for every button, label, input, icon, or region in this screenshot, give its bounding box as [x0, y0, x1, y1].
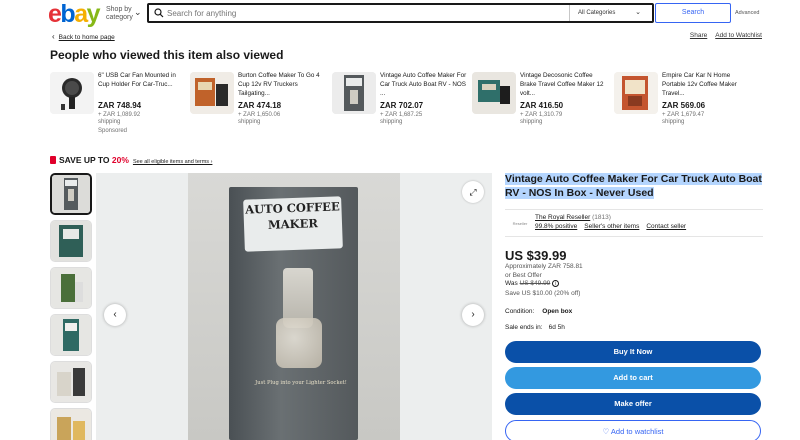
back-to-home[interactable]: ‹ Back to home page: [52, 32, 115, 41]
shop-by-category[interactable]: Shop by category ⌄: [106, 6, 142, 22]
purchase-panel: Vintage Auto Coffee Maker For Car Truck …: [505, 163, 763, 440]
next-image-button[interactable]: ›: [462, 304, 484, 326]
box-label: AUTO COFFEE MAKER: [243, 196, 343, 252]
search-icon: [154, 8, 164, 18]
promo-terms-link[interactable]: See all eligible items and terms ›: [133, 159, 212, 165]
seller-logo: Reseller: [512, 221, 528, 226]
product-photo: AUTO COFFEE MAKER Just Plug into your Li…: [188, 173, 400, 440]
image-thumbnail[interactable]: [50, 267, 92, 309]
seller-other-items-link[interactable]: Seller's other items: [584, 223, 639, 230]
box-caption: Just Plug into your Lighter Socket!: [255, 380, 347, 386]
also-viewed-carousel: 6" USB Car Fan Mounted in Cup Holder For…: [50, 70, 770, 140]
share-row: Share Add to Watchlist: [682, 32, 762, 39]
sponsored-label: Sponsored: [98, 128, 128, 134]
item-title: Vintage Auto Coffee Maker For Car Truck …: [505, 173, 762, 199]
ebay-logo[interactable]: ebay: [48, 1, 101, 27]
previous-image-button[interactable]: ‹: [104, 304, 126, 326]
contact-seller-link[interactable]: Contact seller: [646, 223, 686, 230]
share-link[interactable]: Share: [690, 32, 707, 39]
add-to-watchlist-button[interactable]: ♡ Add to watchlist: [505, 420, 761, 440]
image-thumbnail[interactable]: [50, 314, 92, 356]
main-product-image[interactable]: AUTO COFFEE MAKER Just Plug into your Li…: [96, 173, 492, 440]
list-item[interactable]: Burton Coffee Maker To Go 4 Cup 12v RV T…: [190, 70, 330, 140]
back-arrow-icon: ‹: [52, 32, 55, 41]
seller-feedback-link[interactable]: 99.8% positive: [535, 223, 577, 230]
seller-info: Reseller The Royal Reseller (1813) 99.8%…: [505, 209, 763, 237]
promo-banner: SAVE UP TO 20% See all eligible items and…: [50, 155, 212, 165]
info-icon[interactable]: i: [552, 280, 560, 287]
search-input[interactable]: [167, 6, 567, 20]
list-item[interactable]: 6" USB Car Fan Mounted in Cup Holder For…: [50, 70, 190, 140]
price-tag-icon: [50, 156, 56, 164]
header: ebay Shop by category ⌄ All Categories⌄ …: [0, 0, 800, 28]
item-condition: Condition: Open box: [505, 308, 573, 315]
add-to-cart-button[interactable]: Add to cart: [505, 367, 761, 389]
make-offer-button[interactable]: Make offer: [505, 393, 761, 415]
item-price: US $39.99: [505, 248, 567, 263]
search-button[interactable]: Search: [655, 3, 731, 23]
list-item[interactable]: Empire Car Kar N Home Portable 12v Coffe…: [614, 70, 754, 140]
expand-icon[interactable]: ⤢: [462, 181, 484, 203]
also-viewed-title: People who viewed this item also viewed: [50, 48, 284, 62]
image-thumbnail[interactable]: [50, 408, 92, 440]
seller-name-link[interactable]: The Royal Reseller: [535, 214, 590, 221]
product-thumbnail[interactable]: [190, 72, 234, 114]
coffee-pot-illustration: [276, 318, 322, 368]
image-thumbnail[interactable]: [50, 361, 92, 403]
image-thumbnail[interactable]: [50, 220, 92, 262]
list-item[interactable]: Vintage Decosonic Coffee Brake Travel Co…: [472, 70, 612, 140]
list-item[interactable]: Vintage Auto Coffee Maker For Car Truck …: [332, 70, 472, 140]
advanced-search-link[interactable]: Advanced: [735, 10, 759, 16]
image-thumbnail[interactable]: [50, 173, 92, 215]
chevron-down-icon: ⌄: [134, 7, 142, 17]
approx-price: Approximately ZAR 758.81 or Best Offer: [505, 263, 583, 279]
sale-ends: Sale ends in: 6d 5h: [505, 324, 565, 331]
product-thumbnail[interactable]: [50, 72, 94, 114]
chevron-down-icon: ⌄: [635, 9, 641, 16]
category-select[interactable]: All Categories ⌄: [569, 5, 653, 21]
buy-it-now-button[interactable]: Buy It Now: [505, 341, 761, 363]
search-bar: All Categories⌄: [147, 3, 654, 23]
product-thumbnail[interactable]: [614, 72, 658, 114]
was-price: Was US $49.99 i: [505, 280, 560, 287]
product-thumbnail[interactable]: [472, 72, 516, 114]
product-thumbnail[interactable]: [332, 72, 376, 114]
add-to-watchlist-link[interactable]: Add to Watchlist: [715, 32, 762, 39]
savings: Save US $10.00 (20% off): [505, 290, 581, 297]
